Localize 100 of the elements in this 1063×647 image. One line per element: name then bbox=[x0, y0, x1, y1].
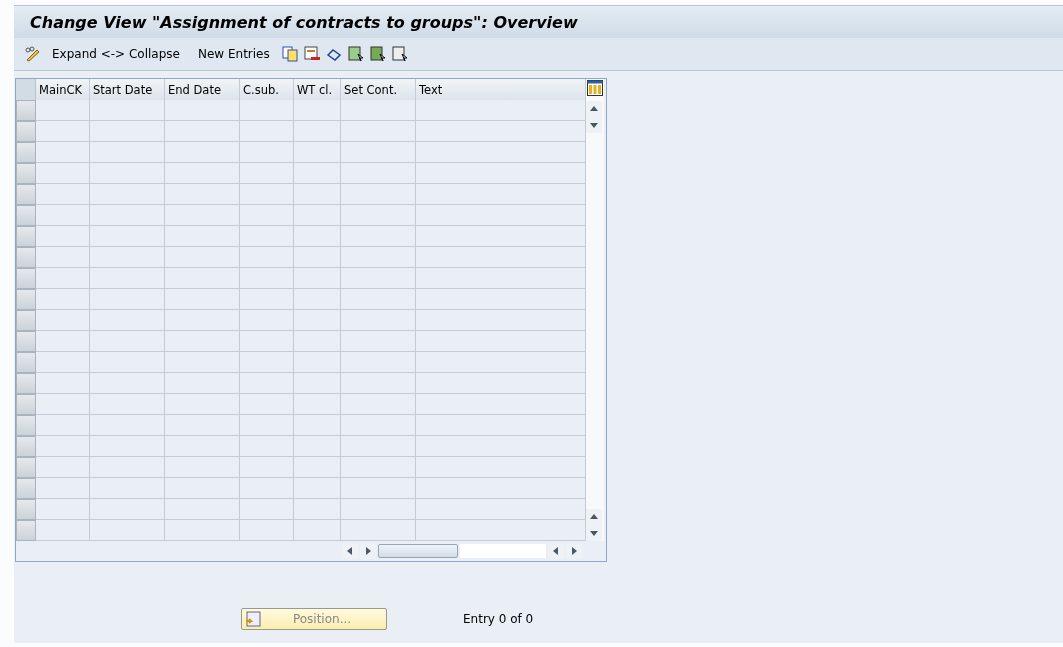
table-cell bbox=[294, 247, 341, 268]
table-cell bbox=[240, 226, 294, 247]
table-cell bbox=[36, 289, 90, 310]
table-cell bbox=[36, 268, 90, 289]
table-cell bbox=[240, 289, 294, 310]
table-cell bbox=[240, 331, 294, 352]
table-cell bbox=[36, 499, 90, 520]
table-cell bbox=[36, 331, 90, 352]
row-selector[interactable] bbox=[16, 121, 36, 142]
column-header[interactable]: End Date bbox=[165, 79, 240, 100]
table-cell bbox=[294, 415, 341, 436]
table-cell bbox=[36, 247, 90, 268]
table-cell bbox=[294, 310, 341, 331]
column-header[interactable]: Text bbox=[416, 79, 586, 100]
column-settings-icon[interactable] bbox=[587, 80, 603, 96]
table-cell bbox=[240, 352, 294, 373]
table-cell bbox=[294, 478, 341, 499]
table-cell bbox=[36, 415, 90, 436]
table-cell bbox=[36, 373, 90, 394]
row-selector[interactable] bbox=[16, 247, 36, 268]
table-cell bbox=[240, 520, 294, 541]
table-cell bbox=[294, 142, 341, 163]
table-cell bbox=[240, 310, 294, 331]
toolbar-button[interactable]: New Entries bbox=[191, 45, 276, 63]
row-selector[interactable] bbox=[16, 142, 36, 163]
table-cell bbox=[240, 163, 294, 184]
table-cell bbox=[36, 310, 90, 331]
table-cell bbox=[240, 100, 294, 121]
table-cell bbox=[36, 352, 90, 373]
table-cell bbox=[294, 268, 341, 289]
column-header[interactable]: Set Cont. bbox=[341, 79, 416, 100]
row-selector[interactable] bbox=[16, 457, 36, 478]
table-cell bbox=[240, 205, 294, 226]
table-cell bbox=[36, 163, 90, 184]
table-cell bbox=[240, 268, 294, 289]
table-cell bbox=[294, 289, 341, 310]
table-cell bbox=[36, 394, 90, 415]
pencil-icon[interactable] bbox=[24, 46, 40, 62]
table-cell bbox=[240, 499, 294, 520]
table-cell bbox=[294, 436, 341, 457]
select-all-corner[interactable] bbox=[16, 79, 36, 100]
row-selector[interactable] bbox=[16, 436, 36, 457]
undo-icon[interactable] bbox=[325, 46, 342, 62]
table-cell bbox=[294, 520, 341, 541]
row-selector[interactable] bbox=[16, 268, 36, 289]
table-cell bbox=[294, 499, 341, 520]
table-cell bbox=[36, 226, 90, 247]
table-deselect-icon[interactable] bbox=[391, 46, 408, 62]
toolbar-button[interactable]: Expand <-> Collapse bbox=[46, 45, 186, 63]
table-cell bbox=[36, 100, 90, 121]
table-cell bbox=[294, 457, 341, 478]
column-header[interactable]: MainCK bbox=[36, 79, 90, 100]
scrollbar-thumb[interactable] bbox=[378, 544, 458, 558]
table-cell bbox=[36, 121, 90, 142]
row-selector[interactable] bbox=[16, 163, 36, 184]
table-cell bbox=[294, 352, 341, 373]
row-selector[interactable] bbox=[16, 226, 36, 247]
window-title: Change View "Assignment of contracts to groups": Overview bbox=[14, 5, 1063, 38]
column-header[interactable]: WT cl. bbox=[294, 79, 341, 100]
row-selector[interactable] bbox=[16, 415, 36, 436]
table-block-icon[interactable] bbox=[369, 46, 386, 62]
row-selector[interactable] bbox=[16, 373, 36, 394]
table-cell bbox=[36, 520, 90, 541]
column-header[interactable]: Start Date bbox=[90, 79, 165, 100]
table-cell bbox=[240, 184, 294, 205]
column-header[interactable]: C.sub. bbox=[240, 79, 294, 100]
table-cell bbox=[36, 205, 90, 226]
table-cell bbox=[36, 457, 90, 478]
table-cell bbox=[36, 184, 90, 205]
table-cell bbox=[294, 331, 341, 352]
table-cell bbox=[36, 142, 90, 163]
row-selector[interactable] bbox=[16, 331, 36, 352]
table-cell bbox=[240, 121, 294, 142]
row-selector[interactable] bbox=[16, 100, 36, 121]
table-cell bbox=[294, 121, 341, 142]
row-selector[interactable] bbox=[16, 289, 36, 310]
table-cell bbox=[240, 142, 294, 163]
row-selector[interactable] bbox=[16, 478, 36, 499]
row-selector[interactable] bbox=[16, 205, 36, 226]
table-cell bbox=[240, 478, 294, 499]
row-selector[interactable] bbox=[16, 184, 36, 205]
row-selector[interactable] bbox=[16, 499, 36, 520]
table-cell bbox=[294, 373, 341, 394]
row-selector[interactable] bbox=[16, 310, 36, 331]
row-selector[interactable] bbox=[16, 520, 36, 541]
entry-count: Entry 0 of 0 bbox=[463, 612, 534, 626]
table-cell bbox=[36, 478, 90, 499]
table-cell bbox=[36, 436, 90, 457]
table-cell bbox=[294, 184, 341, 205]
row-selector[interactable] bbox=[16, 394, 36, 415]
table-cell bbox=[294, 226, 341, 247]
copy-icon[interactable] bbox=[281, 46, 298, 62]
table-cell bbox=[240, 457, 294, 478]
table-select-icon[interactable] bbox=[347, 46, 364, 62]
row-selector[interactable] bbox=[16, 352, 36, 373]
table-cell bbox=[240, 394, 294, 415]
table-cell bbox=[294, 394, 341, 415]
delete-row-icon[interactable] bbox=[303, 46, 320, 62]
table-cell bbox=[240, 436, 294, 457]
table-cell bbox=[240, 247, 294, 268]
